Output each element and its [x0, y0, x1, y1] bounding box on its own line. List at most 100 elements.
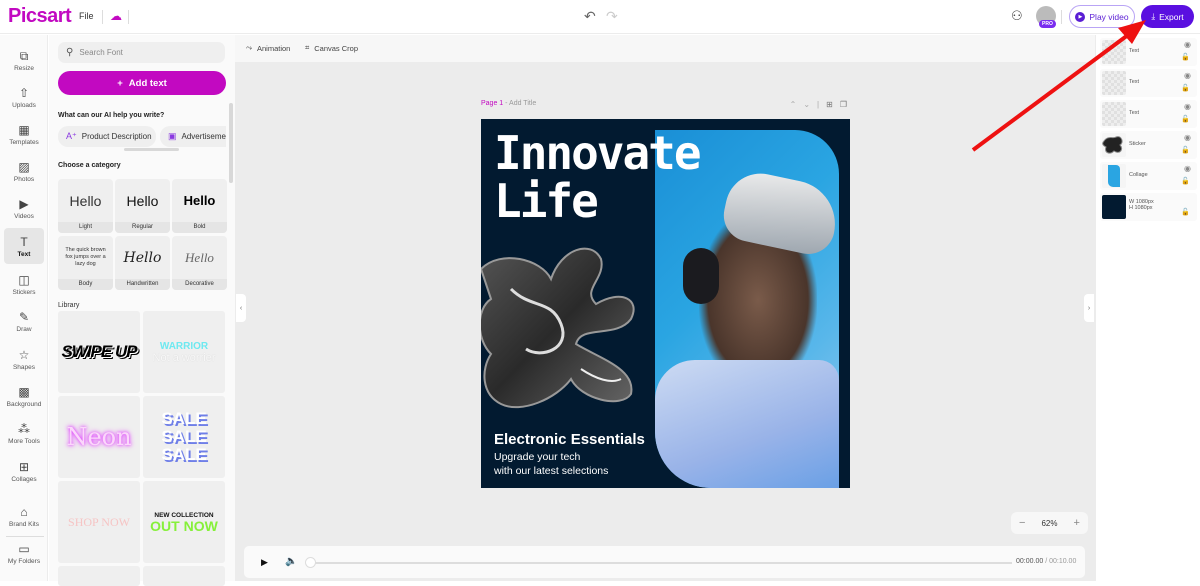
nav-item-text[interactable]: T Text	[4, 228, 44, 264]
nav-item-uploads[interactable]: ⇧ Uploads	[4, 79, 44, 115]
collapse-panel-button[interactable]: ‹	[236, 294, 246, 322]
picsart-logo[interactable]: Picsart	[8, 5, 72, 28]
export-button[interactable]: ⤓ Export	[1141, 5, 1194, 28]
layer-item-text[interactable]: Text ◉ 🔓	[1100, 100, 1197, 128]
upload-icon: ⇧	[18, 85, 30, 100]
play-video-button[interactable]: ▶ Play video	[1069, 5, 1135, 28]
add-user-icon[interactable]: ⚇	[1011, 8, 1023, 24]
category-regular[interactable]: Hello Regular	[115, 179, 170, 233]
lock-icon[interactable]: 🔓	[1181, 53, 1190, 61]
layer-name: Text	[1129, 48, 1140, 54]
canvas-crop-button[interactable]: ⌗ Canvas Crop	[305, 43, 358, 53]
expand-layers-button[interactable]: ›	[1084, 294, 1094, 322]
nav-item-more-tools[interactable]: ⁂ More Tools	[4, 415, 44, 451]
lock-icon[interactable]: 🔓	[1181, 208, 1190, 216]
top-bar: Picsart File ☁ ↶ ↷ ⚇ PRO ▶ Play video ⤓ …	[0, 0, 1200, 34]
zoom-out-button[interactable]: −	[1019, 517, 1025, 529]
nav-item-background[interactable]: ▩ Background	[4, 378, 44, 414]
nav-item-resize[interactable]: ⧉ Resize	[4, 42, 44, 78]
category-bold[interactable]: Hello Bold	[172, 179, 227, 233]
resize-icon: ⧉	[19, 48, 29, 63]
headline[interactable]: Innovate Life	[494, 129, 702, 225]
layer-thumbnail	[1102, 133, 1126, 157]
undo-icon[interactable]: ↶	[584, 8, 596, 25]
library-item[interactable]	[58, 566, 140, 586]
lock-icon[interactable]: 🔓	[1181, 177, 1190, 185]
redo-icon[interactable]: ↷	[606, 8, 618, 25]
volume-icon[interactable]: 🔈	[285, 556, 297, 567]
layer-item-sticker[interactable]: Sticker ◉ 🔓	[1100, 131, 1197, 159]
library-item[interactable]	[143, 566, 225, 586]
animation-button[interactable]: ⤳ Animation	[246, 43, 290, 53]
category-body[interactable]: The quick brown fox jumps over a lazy do…	[58, 236, 113, 290]
text-panel: ⚲ Search Font + Add text What can our AI…	[49, 35, 235, 586]
add-text-button[interactable]: + Add text	[58, 71, 226, 95]
body-line-1[interactable]: Upgrade your tech	[494, 451, 580, 463]
zoom-value[interactable]: 62%	[1041, 519, 1057, 528]
file-menu[interactable]: File	[79, 11, 94, 21]
library-item-sale[interactable]: SALE SALE SALE	[143, 396, 225, 478]
lock-icon[interactable]: 🔓	[1181, 84, 1190, 92]
zoom-in-button[interactable]: +	[1074, 517, 1080, 529]
layer-name: W 1080px H 1080px	[1129, 199, 1154, 211]
layer-item-text[interactable]: Text ◉ 🔓	[1100, 38, 1197, 66]
library-item-warrior[interactable]: WARRIOR Not a worrier	[143, 311, 225, 393]
horizontal-scrollbar[interactable]	[124, 148, 179, 151]
duplicate-page-icon[interactable]: ❐	[840, 100, 847, 109]
lock-icon[interactable]: 🔓	[1181, 146, 1190, 154]
ai-chip-product-description[interactable]: A⁺ Product Description	[58, 126, 156, 147]
nav-item-brand-kits[interactable]: ⌂ Brand Kits	[4, 498, 44, 534]
library-text: Neon	[66, 423, 132, 451]
body-line-2[interactable]: with our latest selections	[494, 465, 608, 477]
layer-item-text[interactable]: Text ◉ 🔓	[1100, 69, 1197, 97]
page-title-input[interactable]: Add Title	[509, 100, 536, 107]
library-item-swipe-up[interactable]: SWIPE UP	[58, 311, 140, 393]
nav-item-label: Collages	[11, 475, 37, 483]
add-page-icon[interactable]: ⊞	[826, 100, 833, 109]
nav-item-shapes[interactable]: ☆ Shapes	[4, 341, 44, 377]
category-preview: Hello	[185, 249, 214, 265]
library-item-out-now[interactable]: NEW COLLECTION OUT NOW	[143, 481, 225, 563]
folder-icon: ▭	[18, 541, 30, 556]
search-font-input[interactable]: ⚲ Search Font	[58, 42, 225, 63]
nav-item-stickers[interactable]: ◫ Stickers	[4, 266, 44, 302]
category-decorative[interactable]: Hello Decorative	[172, 236, 227, 290]
ai-chip-advertisement[interactable]: ▣ Advertisement	[160, 126, 226, 147]
category-preview: Hello	[123, 249, 162, 266]
category-light[interactable]: Hello Light	[58, 179, 113, 233]
timeline-track[interactable]	[310, 562, 1012, 564]
panel-scrollbar[interactable]	[229, 103, 233, 183]
layer-item-collage[interactable]: Collage ◉ 🔓	[1100, 162, 1197, 190]
nav-item-photos[interactable]: ▨ Photos	[4, 153, 44, 189]
eye-icon[interactable]: ◉	[1184, 102, 1191, 111]
play-video-label: Play video	[1089, 11, 1129, 22]
chrome-sticker[interactable]	[481, 229, 641, 419]
subheading[interactable]: Electronic Essentials	[494, 431, 645, 448]
ai-heading: What can our AI help you write?	[58, 112, 165, 119]
animation-label: Animation	[257, 43, 291, 53]
page-up-icon[interactable]: ⌃	[790, 100, 797, 109]
nav-item-my-folders[interactable]: ▭ My Folders	[4, 535, 44, 571]
eye-icon[interactable]: ◉	[1184, 40, 1191, 49]
plus-icon: +	[117, 77, 123, 89]
timeline-scrubber[interactable]	[305, 557, 316, 568]
nav-item-videos[interactable]: ▶ Videos	[4, 190, 44, 226]
play-icon[interactable]: ▶	[261, 557, 268, 568]
eye-icon[interactable]: ◉	[1184, 71, 1191, 80]
eye-icon[interactable]: ◉	[1184, 164, 1191, 173]
eye-icon[interactable]: ◉	[1184, 133, 1191, 142]
layer-item-bg[interactable]: W 1080px H 1080px 🔓	[1100, 193, 1197, 221]
nav-divider	[6, 536, 44, 537]
category-label: Body	[58, 279, 113, 290]
cloud-sync-icon[interactable]: ☁	[110, 9, 122, 23]
library-item-shop-now[interactable]: SHOP NOW	[58, 481, 140, 563]
lock-icon[interactable]: 🔓	[1181, 115, 1190, 123]
layer-name: Collage	[1129, 172, 1148, 178]
nav-item-collages[interactable]: ⊞ Collages	[4, 453, 44, 489]
category-handwritten[interactable]: Hello Handwritten	[115, 236, 170, 290]
nav-item-draw[interactable]: ✎ Draw	[4, 303, 44, 339]
library-item-neon[interactable]: Neon	[58, 396, 140, 478]
page-down-icon[interactable]: ⌄	[803, 100, 810, 109]
artboard[interactable]: Innovate Life Electronic Essentials Upgr…	[481, 119, 850, 488]
nav-item-templates[interactable]: ▦ Templates	[4, 116, 44, 152]
